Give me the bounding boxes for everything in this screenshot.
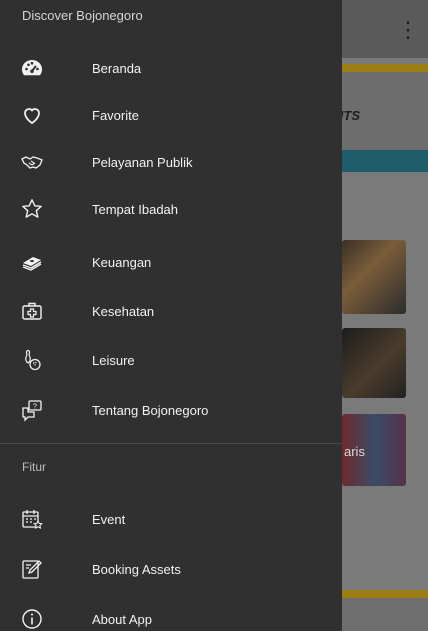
edit-document-icon bbox=[20, 557, 44, 581]
menu-label: Favorite bbox=[92, 107, 139, 123]
menu-item-favorite[interactable]: Favorite bbox=[0, 92, 342, 138]
menu-label: Tempat Ibadah bbox=[92, 201, 179, 217]
drawer-header: Discover Bojonegoro bbox=[22, 8, 143, 23]
navigation-drawer: Discover Bojonegoro Beranda Favorite Pel… bbox=[0, 0, 342, 631]
money-stack-icon bbox=[20, 250, 44, 274]
menu-item-leisure[interactable]: Leisure bbox=[0, 337, 342, 383]
dashboard-icon bbox=[20, 56, 44, 80]
menu-label: Keuangan bbox=[92, 254, 152, 270]
menu-item-kesehatan[interactable]: Kesehatan bbox=[0, 288, 342, 334]
heart-icon bbox=[20, 103, 44, 127]
menu-item-event[interactable]: Event bbox=[0, 496, 342, 542]
menu-item-pelayanan-publik[interactable]: Pelayanan Publik bbox=[0, 139, 342, 185]
info-icon bbox=[20, 607, 44, 631]
svg-text:?: ? bbox=[33, 404, 37, 411]
handshake-icon bbox=[20, 150, 44, 174]
medical-kit-icon bbox=[20, 299, 44, 323]
menu-label: About App bbox=[92, 611, 152, 627]
menu-label: Tentang Bojonegoro bbox=[92, 402, 209, 418]
menu-item-booking-assets[interactable]: Booking Assets bbox=[0, 546, 342, 592]
menu-item-tempat-ibadah[interactable]: Tempat Ibadah bbox=[0, 186, 342, 232]
section-label-fitur: Fitur bbox=[22, 460, 46, 474]
overflow-menu-button[interactable]: ⋮ bbox=[394, 8, 422, 52]
menu-item-keuangan[interactable]: Keuangan bbox=[0, 239, 342, 285]
card-caption: aris bbox=[344, 444, 365, 459]
menu-label: Beranda bbox=[92, 60, 142, 76]
drawer-divider bbox=[0, 443, 342, 444]
menu-item-about-app[interactable]: About App bbox=[0, 596, 342, 642]
menu-label: Pelayanan Publik bbox=[92, 154, 193, 170]
menu-label: Leisure bbox=[92, 352, 135, 368]
menu-item-tentang-bojonegoro[interactable]: ? Tentang Bojonegoro bbox=[0, 387, 342, 433]
content-card[interactable] bbox=[342, 240, 406, 314]
calendar-star-icon bbox=[20, 507, 44, 531]
bowling-icon bbox=[20, 348, 44, 372]
menu-label: Event bbox=[92, 511, 126, 527]
star-icon bbox=[20, 197, 44, 221]
content-card[interactable] bbox=[342, 328, 406, 398]
help-chat-icon: ? bbox=[20, 398, 44, 422]
menu-label: Kesehatan bbox=[92, 303, 155, 319]
more-vertical-icon: ⋮ bbox=[397, 17, 419, 42]
menu-label: Booking Assets bbox=[92, 561, 181, 577]
menu-item-beranda[interactable]: Beranda bbox=[0, 45, 342, 91]
